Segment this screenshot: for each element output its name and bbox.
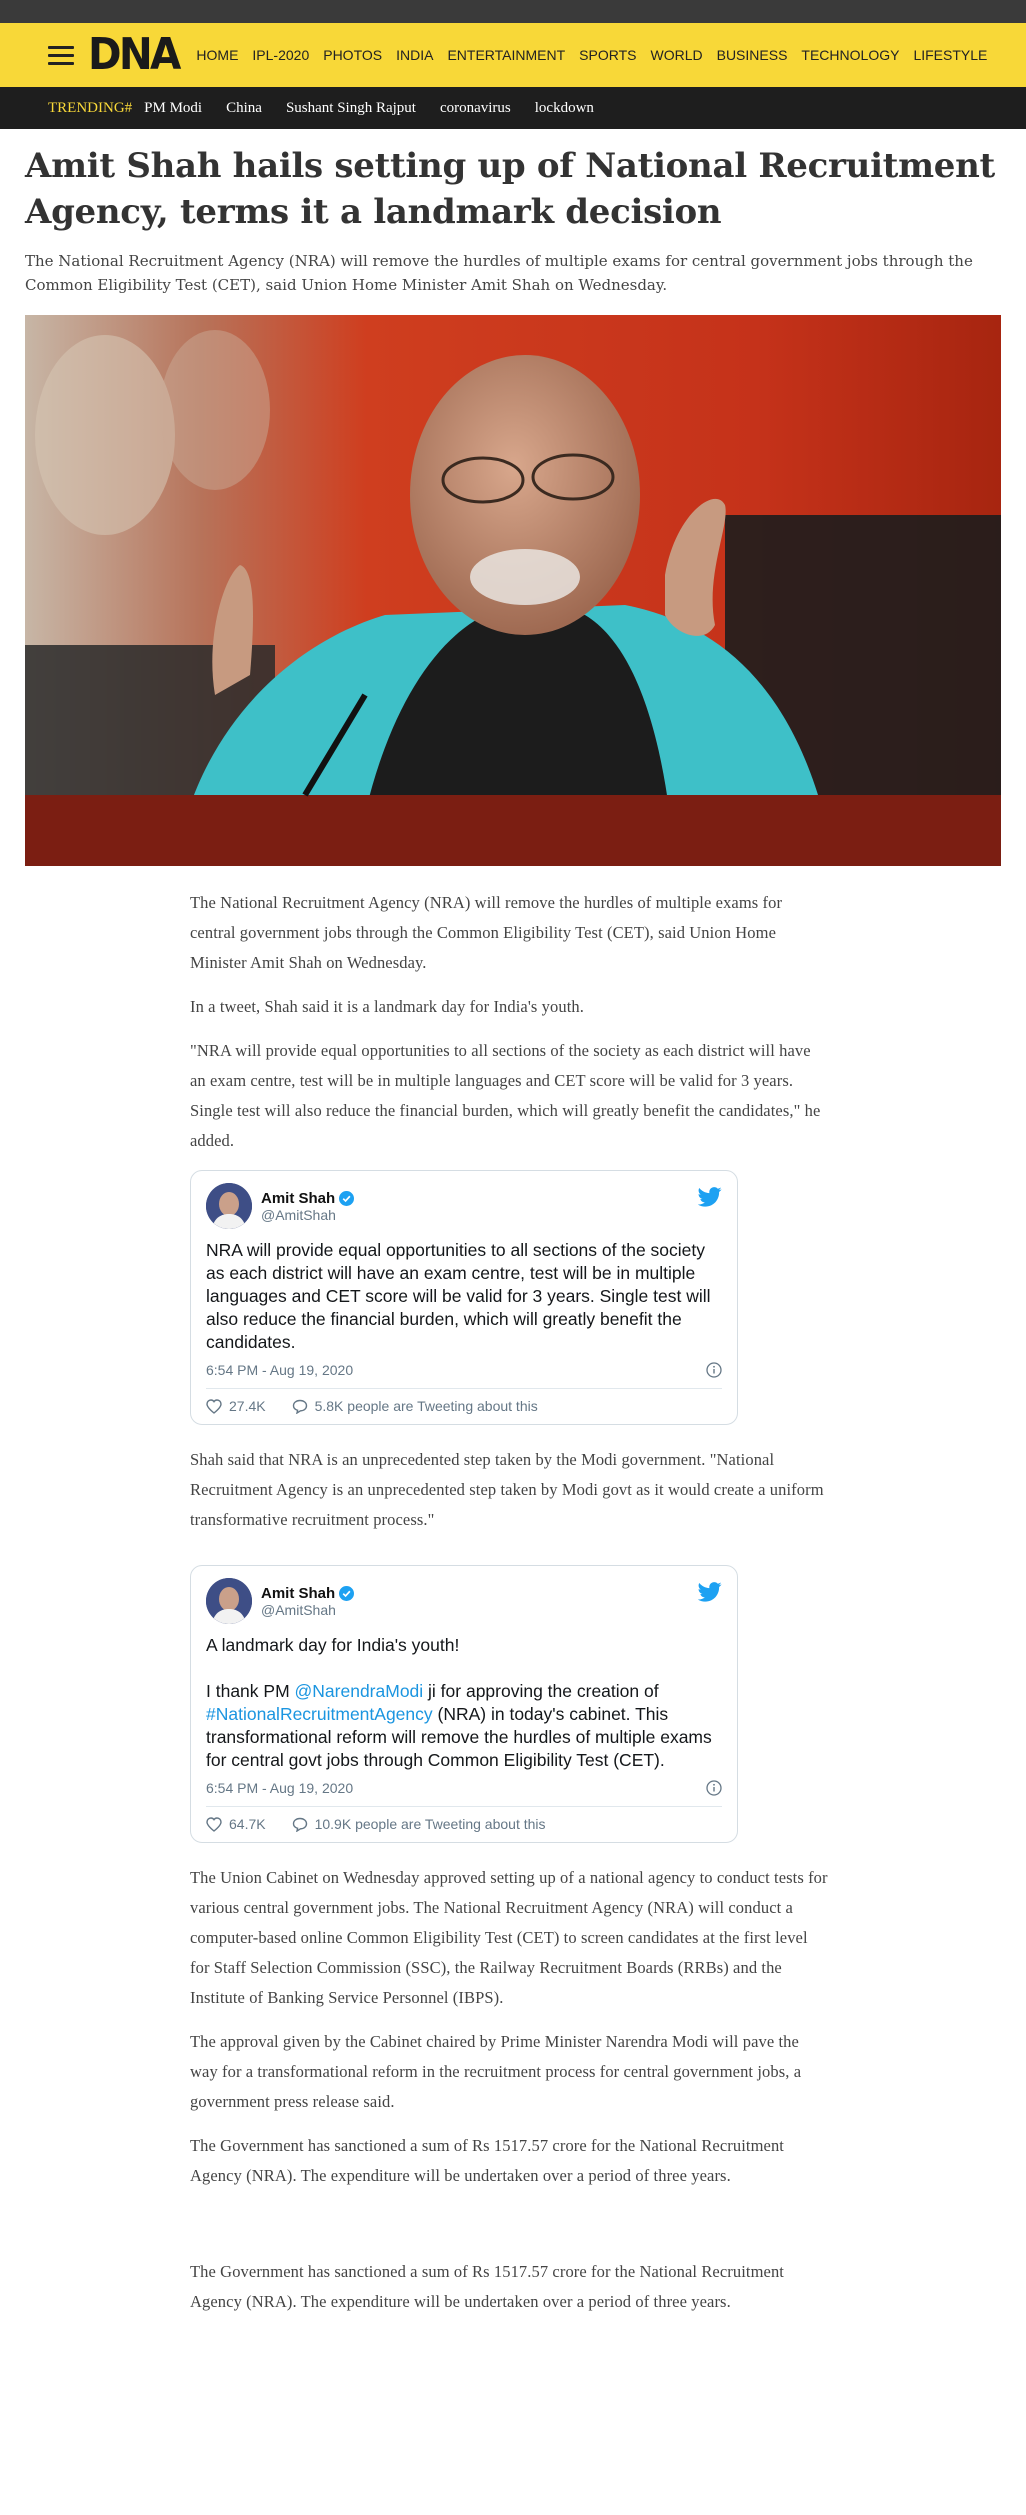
browser-top-strip [0,0,1026,23]
like-button[interactable]: 64.7K [206,1816,266,1832]
tweet-author: Amit Shah @AmitShah [261,1584,355,1618]
article-paragraph: Shah said that NRA is an unprecedented s… [190,1450,824,1529]
info-icon[interactable] [706,1780,722,1796]
nav-item-world[interactable]: WORLD [650,47,702,63]
article-paragraph: The National Recruitment Agency (NRA) wi… [190,893,783,972]
nav-item-photos[interactable]: PHOTOS [323,47,382,63]
tweet-timestamp[interactable]: 6:54 PM - Aug 19, 2020 [206,1780,353,1796]
like-count: 64.7K [229,1816,266,1832]
nav-item-lifestyle[interactable]: LIFESTYLE [913,47,987,63]
tweet-text: A landmark day for India's youth! I than… [206,1634,722,1772]
trending-item-sushant-singh-rajput[interactable]: Sushant Singh Rajput [286,100,416,117]
tweet-actions: 64.7K 10.9K people are Tweeting about th… [206,1807,722,1832]
tweet-meta: 6:54 PM - Aug 19, 2020 [206,1780,722,1807]
nav-item-india[interactable]: INDIA [396,47,433,63]
tweet-timestamp[interactable]: 6:54 PM - Aug 19, 2020 [206,1362,353,1378]
reply-bubble-icon [292,1817,307,1832]
article-paragraph: The approval given by the Cabinet chaire… [190,2032,802,2111]
article-paragraph: The Government has sanctioned a sum of R… [190,2136,784,2185]
embedded-tweet[interactable]: Amit Shah @AmitShah NRA will provide equ… [190,1170,738,1425]
twitter-bird-icon[interactable] [698,1582,722,1602]
embedded-tweet[interactable]: Amit Shah @AmitShah A landmark day for I… [190,1565,738,1843]
mention-link[interactable]: @NarendraModi [295,1681,424,1701]
trending-item-pm-modi[interactable]: PM Modi [144,100,202,117]
trending-item-coronavirus[interactable]: coronavirus [440,100,511,117]
hero-image [25,315,1001,866]
article-summary: The National Recruitment Agency (NRA) wi… [25,252,973,294]
nav-item-ipl-2020[interactable]: IPL-2020 [252,47,309,63]
article-paragraph: The Government has sanctioned a sum of R… [190,2262,784,2311]
tweet-text: NRA will provide equal opportunities to … [206,1240,716,1352]
hashtag-link[interactable]: #NationalRecruitmentAgency [206,1704,433,1724]
main-nav: HOME IPL-2020 PHOTOS INDIA ENTERTAINMENT… [196,47,1001,63]
article-headline: Amit Shah hails setting up of National R… [25,146,995,232]
avatar[interactable] [206,1578,252,1624]
nav-item-sports[interactable]: SPORTS [579,47,636,63]
tweet-author-handle[interactable]: @AmitShah [261,1602,354,1618]
trending-bar: TRENDING# PM Modi China Sushant Singh Ra… [0,87,1026,129]
article-paragraph: "NRA will provide equal opportunities to… [190,1041,821,1150]
conversation-link[interactable]: 5.8K people are Tweeting about this [292,1398,538,1414]
trending-item-china[interactable]: China [226,100,262,117]
nav-item-entertainment[interactable]: ENTERTAINMENT [447,47,565,63]
conversation-link[interactable]: 10.9K people are Tweeting about this [292,1816,546,1832]
avatar[interactable] [206,1183,252,1229]
tweet-actions: 27.4K 5.8K people are Tweeting about thi… [206,1389,722,1414]
tweet-text-body: I thank PM @NarendraModi ji for approvin… [206,1680,722,1772]
like-count: 27.4K [229,1398,266,1414]
verified-badge-icon [339,1585,355,1601]
trending-item-lockdown[interactable]: lockdown [535,100,594,117]
tweet-header: Amit Shah @AmitShah [206,1181,722,1231]
tweet-author: Amit Shah @AmitShah [261,1189,355,1223]
nav-item-home[interactable]: HOME [196,47,238,63]
article-paragraph: In a tweet, Shah said it is a landmark d… [190,997,584,1016]
heart-icon [206,1398,222,1414]
tweet-author-name[interactable]: Amit Shah [261,1189,355,1207]
reply-bubble-icon [292,1399,307,1414]
tweet-author-handle[interactable]: @AmitShah [261,1207,354,1223]
tweeting-count: 10.9K people are Tweeting about this [314,1816,546,1832]
site-header: DNA HOME IPL-2020 PHOTOS INDIA ENTERTAIN… [0,23,1026,87]
heart-icon [206,1816,222,1832]
nav-item-business[interactable]: BUSINESS [717,47,788,63]
tweet-header: Amit Shah @AmitShah [206,1576,722,1626]
tweet-text-segment: ji for approving the creation of [423,1681,659,1701]
tweet-text-line: A landmark day for India's youth! [206,1635,460,1655]
tweet-author-name-text: Amit Shah [261,1584,336,1602]
tweeting-count: 5.8K people are Tweeting about this [314,1398,538,1414]
tweet-text-segment: I thank PM [206,1681,295,1701]
article-paragraph: The Union Cabinet on Wednesday approved … [190,1868,828,2007]
tweet-meta: 6:54 PM - Aug 19, 2020 [206,1362,722,1389]
menu-hamburger-icon[interactable] [48,45,74,65]
trending-label: TRENDING# [48,99,133,116]
twitter-bird-icon[interactable] [698,1187,722,1207]
tweet-author-name[interactable]: Amit Shah [261,1584,355,1602]
nav-item-technology[interactable]: TECHNOLOGY [801,47,899,63]
article-body: The National Recruitment Agency (NRA) wi… [190,888,830,2317]
site-logo[interactable]: DNA [88,33,181,77]
verified-badge-icon [339,1190,355,1206]
like-button[interactable]: 27.4K [206,1398,266,1414]
info-icon[interactable] [706,1362,722,1378]
tweet-author-name-text: Amit Shah [261,1189,336,1207]
